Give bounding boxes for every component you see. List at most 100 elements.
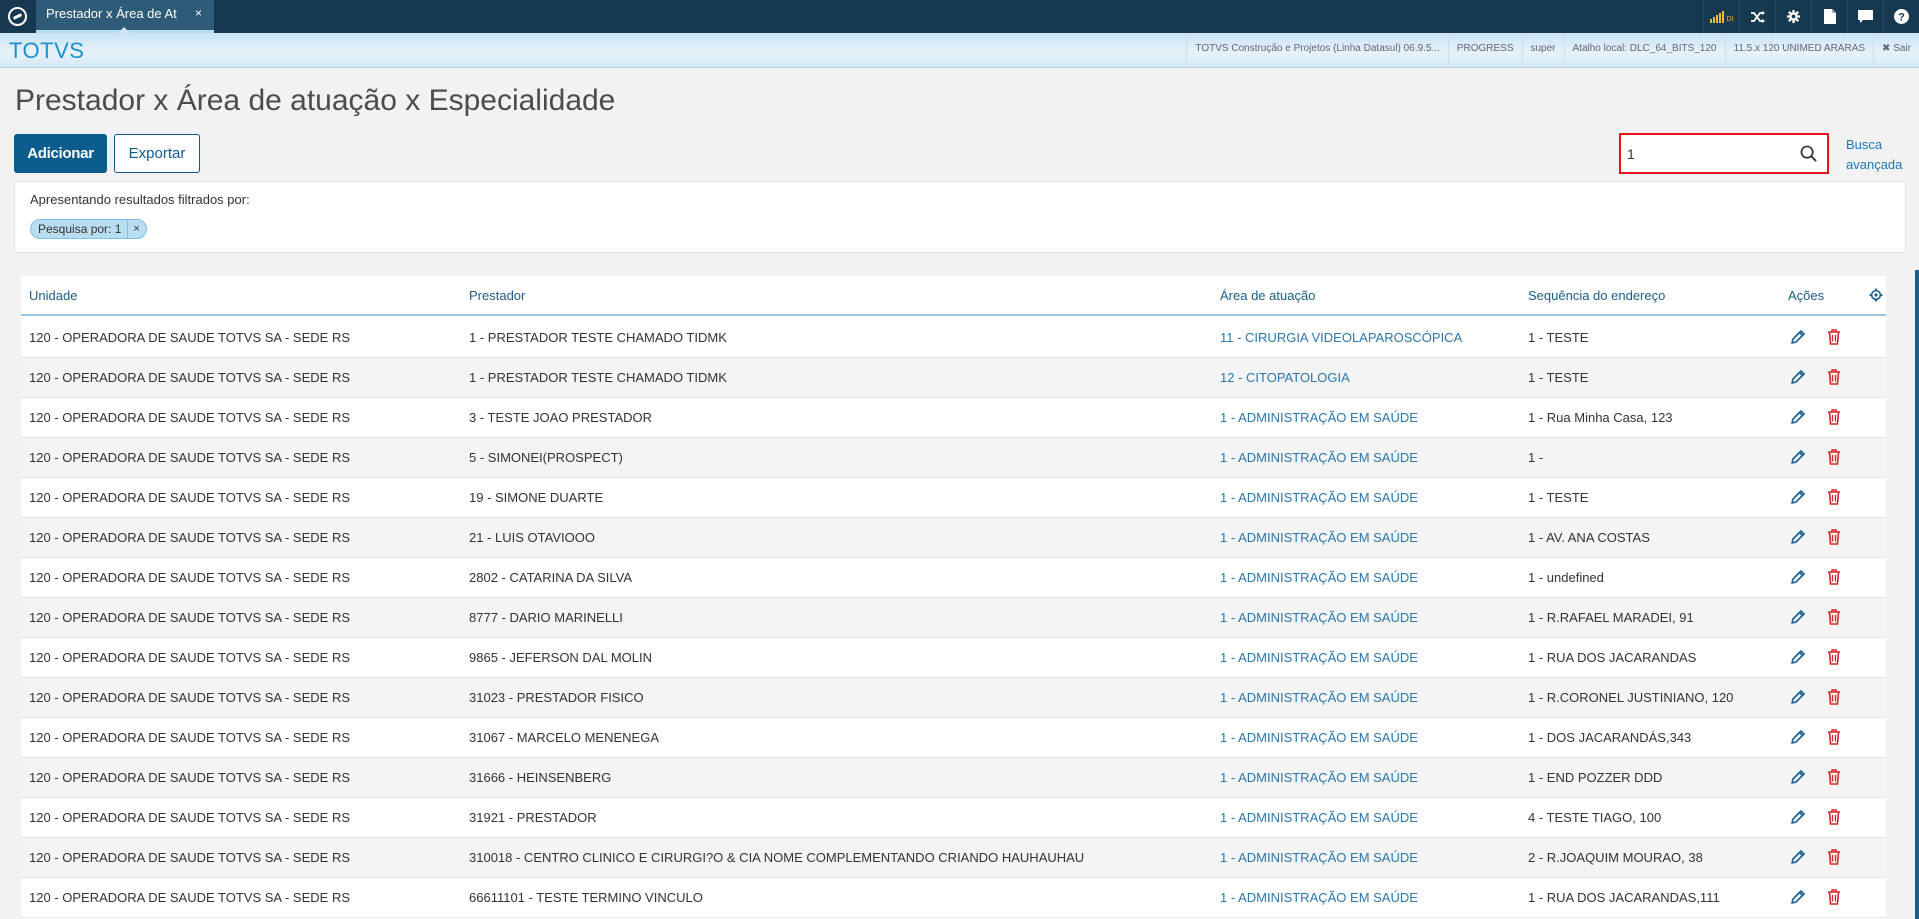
filter-chip-close-icon[interactable]: ×	[127, 220, 140, 238]
cell-sequencia: 1 - END POZZER DDD	[1528, 770, 1663, 785]
edit-pencil-icon[interactable]	[1789, 328, 1807, 346]
gear-icon[interactable]	[1775, 0, 1811, 33]
table-row: 120 - OPERADORA DE SAUDE TOTVS SA - SEDE…	[21, 478, 1886, 518]
column-unidade[interactable]: Unidade	[29, 288, 77, 303]
delete-trash-icon[interactable]	[1825, 728, 1843, 746]
delete-trash-icon[interactable]	[1825, 848, 1843, 866]
delete-trash-icon[interactable]	[1825, 768, 1843, 786]
info-database: PROGRESS	[1447, 33, 1522, 68]
cell-area-link[interactable]: 1 - ADMINISTRAÇÃO EM SAÚDE	[1220, 650, 1418, 665]
info-company[interactable]: 11.5.x 120 UNIMED ARARAS	[1724, 33, 1874, 68]
document-icon[interactable]	[1811, 0, 1847, 33]
cell-area-link[interactable]: 1 - ADMINISTRAÇÃO EM SAÚDE	[1220, 850, 1418, 865]
delete-trash-icon[interactable]	[1825, 568, 1843, 586]
edit-pencil-icon[interactable]	[1789, 608, 1807, 626]
edit-pencil-icon[interactable]	[1789, 488, 1807, 506]
delete-trash-icon[interactable]	[1825, 488, 1843, 506]
cell-area-link[interactable]: 1 - ADMINISTRAÇÃO EM SAÚDE	[1220, 890, 1418, 905]
scrollbar[interactable]	[1915, 270, 1919, 919]
edit-pencil-icon[interactable]	[1789, 568, 1807, 586]
advanced-search-link[interactable]: Busca avançada	[1846, 135, 1908, 175]
help-icon[interactable]: ?	[1883, 0, 1919, 33]
table-row: 120 - OPERADORA DE SAUDE TOTVS SA - SEDE…	[21, 438, 1886, 478]
cell-prestador: 3 - TESTE JOAO PRESTADOR	[469, 410, 652, 425]
cell-prestador: 9865 - JEFERSON DAL MOLIN	[469, 650, 653, 665]
filter-chip-label: Pesquisa por: 1	[38, 222, 122, 236]
cell-area-link[interactable]: 1 - ADMINISTRAÇÃO EM SAÚDE	[1220, 450, 1418, 465]
totvs-logo-icon[interactable]	[8, 7, 27, 26]
table-header: Unidade Prestador Área de atuação Sequên…	[21, 276, 1886, 316]
edit-pencil-icon[interactable]	[1789, 648, 1807, 666]
cell-prestador: 21 - LUIS OTAVIOOO	[469, 530, 595, 545]
cell-area-link[interactable]: 1 - ADMINISTRAÇÃO EM SAÚDE	[1220, 610, 1418, 625]
cell-area-link[interactable]: 12 - CITOPATOLOGIA	[1220, 370, 1350, 385]
cell-prestador: 31023 - PRESTADOR FISICO	[469, 690, 644, 705]
delete-trash-icon[interactable]	[1825, 328, 1843, 346]
cell-area-link[interactable]: 1 - ADMINISTRAÇÃO EM SAÚDE	[1220, 810, 1418, 825]
column-prestador[interactable]: Prestador	[469, 288, 525, 303]
delete-trash-icon[interactable]	[1825, 808, 1843, 826]
delete-trash-icon[interactable]	[1825, 528, 1843, 546]
filter-chip: Pesquisa por: 1 ×	[30, 219, 147, 239]
table-row: 120 - OPERADORA DE SAUDE TOTVS SA - SEDE…	[21, 838, 1886, 878]
table-settings-gear-icon[interactable]	[1869, 288, 1883, 302]
delete-trash-icon[interactable]	[1825, 888, 1843, 906]
brand-title: TOTVS	[9, 38, 85, 63]
signal-icon[interactable]: DI	[1703, 0, 1739, 33]
page-title: Prestador x Área de atuação x Especialid…	[15, 84, 616, 117]
cell-unidade: 120 - OPERADORA DE SAUDE TOTVS SA - SEDE…	[29, 370, 351, 385]
delete-trash-icon[interactable]	[1825, 688, 1843, 706]
cell-prestador: 1 - PRESTADOR TESTE CHAMADO TIDMK	[469, 370, 727, 385]
table-row: 120 - OPERADORA DE SAUDE TOTVS SA - SEDE…	[21, 518, 1886, 558]
svg-text:?: ?	[1898, 12, 1905, 24]
edit-pencil-icon[interactable]	[1789, 728, 1807, 746]
delete-trash-icon[interactable]	[1825, 448, 1843, 466]
chat-icon[interactable]	[1847, 0, 1883, 33]
cell-sequencia: 1 - AV. ANA COSTAS	[1528, 530, 1650, 545]
table-row: 120 - OPERADORA DE SAUDE TOTVS SA - SEDE…	[21, 758, 1886, 798]
column-area[interactable]: Área de atuação	[1220, 288, 1315, 303]
edit-pencil-icon[interactable]	[1789, 888, 1807, 906]
cell-area-link[interactable]: 11 - CIRURGIA VIDEOLAPAROSCÓPICA	[1220, 330, 1462, 345]
logout-button[interactable]: ✖ Sair	[1873, 33, 1919, 68]
table-row: 120 - OPERADORA DE SAUDE TOTVS SA - SEDE…	[21, 358, 1886, 398]
cell-unidade: 120 - OPERADORA DE SAUDE TOTVS SA - SEDE…	[29, 570, 351, 585]
cell-area-link[interactable]: 1 - ADMINISTRAÇÃO EM SAÚDE	[1220, 490, 1418, 505]
search-icon[interactable]	[1800, 145, 1817, 162]
export-button[interactable]: Exportar	[114, 134, 200, 173]
cell-area-link[interactable]: 1 - ADMINISTRAÇÃO EM SAÚDE	[1220, 530, 1418, 545]
info-shortcut: Atalho local: DLC_64_BITS_120	[1563, 33, 1725, 68]
cell-area-link[interactable]: 1 - ADMINISTRAÇÃO EM SAÚDE	[1220, 570, 1418, 585]
edit-pencil-icon[interactable]	[1789, 768, 1807, 786]
delete-trash-icon[interactable]	[1825, 608, 1843, 626]
tab-prestador[interactable]: Prestador x Área de At ×	[36, 0, 214, 33]
cell-area-link[interactable]: 1 - ADMINISTRAÇÃO EM SAÚDE	[1220, 690, 1418, 705]
cell-unidade: 120 - OPERADORA DE SAUDE TOTVS SA - SEDE…	[29, 650, 351, 665]
info-product: TOTVS Construção e Projetos (Linha Datas…	[1186, 33, 1447, 68]
edit-pencil-icon[interactable]	[1789, 408, 1807, 426]
cell-unidade: 120 - OPERADORA DE SAUDE TOTVS SA - SEDE…	[29, 330, 351, 345]
cell-sequencia: 1 - TESTE	[1528, 330, 1589, 345]
shuffle-icon[interactable]	[1739, 0, 1775, 33]
search-input[interactable]	[1627, 141, 1787, 166]
delete-trash-icon[interactable]	[1825, 368, 1843, 386]
cell-area-link[interactable]: 1 - ADMINISTRAÇÃO EM SAÚDE	[1220, 730, 1418, 745]
cell-unidade: 120 - OPERADORA DE SAUDE TOTVS SA - SEDE…	[29, 410, 351, 425]
cell-sequencia: 1 -	[1528, 450, 1544, 465]
column-sequencia[interactable]: Sequência do endereço	[1528, 288, 1665, 303]
edit-pencil-icon[interactable]	[1789, 848, 1807, 866]
edit-pencil-icon[interactable]	[1789, 448, 1807, 466]
edit-pencil-icon[interactable]	[1789, 808, 1807, 826]
add-button[interactable]: Adicionar	[14, 134, 107, 173]
tab-close-icon[interactable]: ×	[195, 0, 202, 27]
edit-pencil-icon[interactable]	[1789, 368, 1807, 386]
delete-trash-icon[interactable]	[1825, 648, 1843, 666]
edit-pencil-icon[interactable]	[1789, 528, 1807, 546]
cell-sequencia: 1 - TESTE	[1528, 490, 1589, 505]
cell-prestador: 31666 - HEINSENBERG	[469, 770, 612, 785]
tab-title: Prestador x Área de At	[46, 6, 177, 21]
cell-area-link[interactable]: 1 - ADMINISTRAÇÃO EM SAÚDE	[1220, 410, 1418, 425]
cell-area-link[interactable]: 1 - ADMINISTRAÇÃO EM SAÚDE	[1220, 770, 1418, 785]
delete-trash-icon[interactable]	[1825, 408, 1843, 426]
edit-pencil-icon[interactable]	[1789, 688, 1807, 706]
